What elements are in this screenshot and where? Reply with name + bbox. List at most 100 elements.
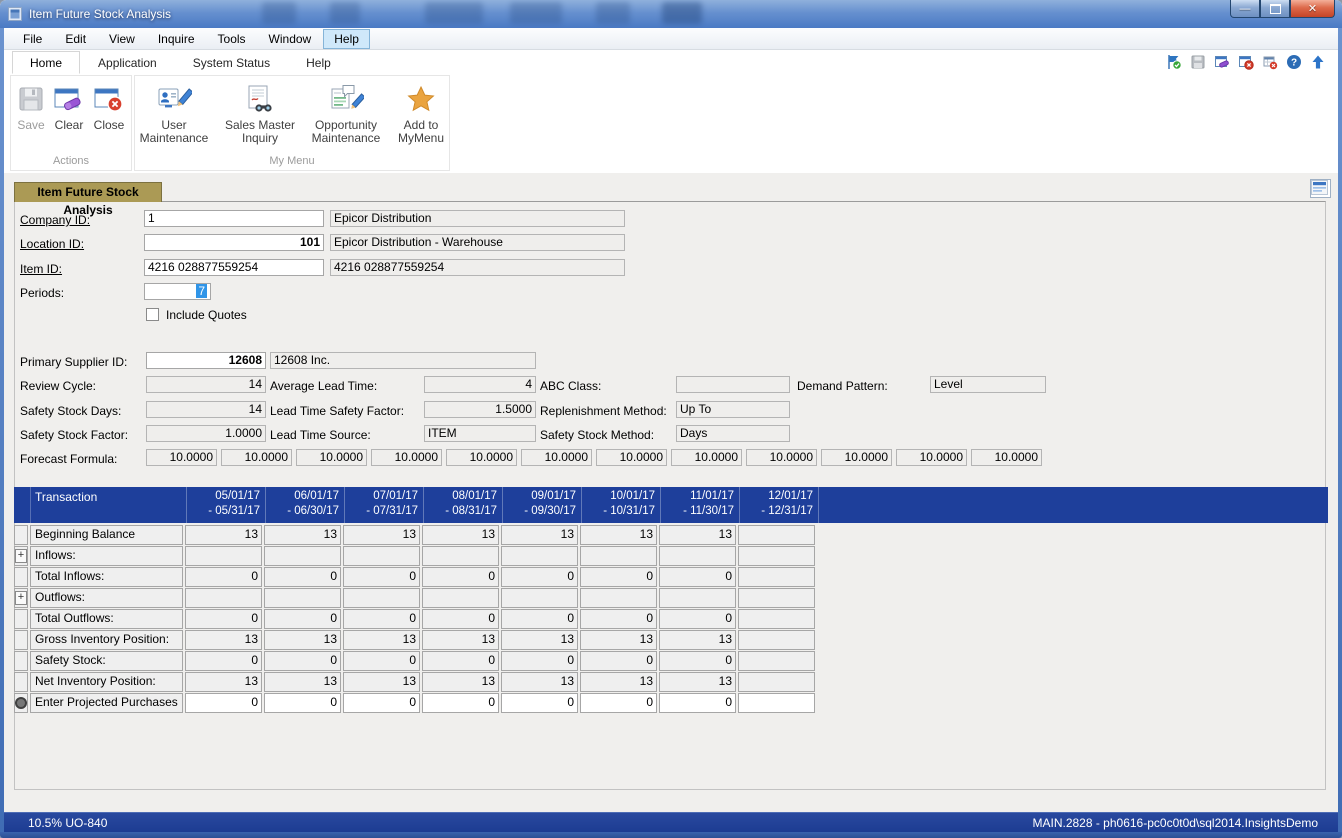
menu-tools[interactable]: Tools xyxy=(207,29,257,49)
editable-cell[interactable]: 0 xyxy=(185,693,262,713)
column-header-period[interactable]: 09/01/17 - 09/30/17 xyxy=(502,487,581,523)
value-cell[interactable] xyxy=(422,588,499,608)
include-quotes-checkbox[interactable] xyxy=(146,308,159,321)
value-cell[interactable]: 0 xyxy=(501,567,578,587)
value-cell[interactable]: 0 xyxy=(659,651,736,671)
value-cell[interactable]: 13 xyxy=(580,672,657,692)
value-cell[interactable]: 0 xyxy=(580,609,657,629)
forecast-formula-field[interactable]: 10.0000 xyxy=(146,449,217,466)
row-label[interactable]: Total Inflows: xyxy=(30,567,183,587)
opportunity-maintenance-button[interactable]: Opportunity Maintenance xyxy=(304,81,388,146)
value-cell[interactable]: 0 xyxy=(185,651,262,671)
save-button[interactable]: Save xyxy=(14,81,48,133)
column-header-period[interactable]: 08/01/17 - 08/31/17 xyxy=(423,487,502,523)
value-cell[interactable]: 0 xyxy=(185,609,262,629)
value-cell[interactable] xyxy=(185,546,262,566)
save-icon[interactable] xyxy=(1190,54,1206,70)
column-header-period[interactable]: 05/01/17 - 05/31/17 xyxy=(186,487,265,523)
value-cell[interactable] xyxy=(343,588,420,608)
location-id-label[interactable]: Location ID: xyxy=(20,236,84,252)
table-row[interactable]: Safety Stock:0000000 xyxy=(14,651,1328,671)
value-cell[interactable] xyxy=(659,546,736,566)
table-row[interactable]: +Inflows: xyxy=(14,546,1328,566)
value-cell[interactable]: 13 xyxy=(422,672,499,692)
value-cell[interactable]: 13 xyxy=(264,525,341,545)
document-tab[interactable]: Item Future Stock Analysis xyxy=(14,182,162,202)
tab-application[interactable]: Application xyxy=(80,51,175,74)
forecast-formula-field[interactable]: 10.0000 xyxy=(821,449,892,466)
primary-supplier-field[interactable]: 12608 xyxy=(146,352,266,369)
editable-cell[interactable]: 0 xyxy=(501,693,578,713)
column-header-period[interactable]: 07/01/17 - 07/31/17 xyxy=(344,487,423,523)
row-label[interactable]: Inflows: xyxy=(30,546,183,566)
value-cell[interactable] xyxy=(501,588,578,608)
value-cell[interactable]: 0 xyxy=(264,651,341,671)
editable-cell[interactable]: 0 xyxy=(343,693,420,713)
editable-cell[interactable]: 0 xyxy=(264,693,341,713)
value-cell[interactable]: 0 xyxy=(264,567,341,587)
value-cell[interactable] xyxy=(659,588,736,608)
value-cell[interactable] xyxy=(580,588,657,608)
value-cell[interactable]: 0 xyxy=(343,609,420,629)
value-cell[interactable]: 13 xyxy=(422,630,499,650)
expand-icon[interactable]: + xyxy=(15,549,27,563)
location-id-field[interactable]: 101 xyxy=(144,234,324,251)
value-cell[interactable] xyxy=(738,546,815,566)
value-cell[interactable]: 13 xyxy=(659,525,736,545)
value-cell[interactable]: 13 xyxy=(185,630,262,650)
item-id-field[interactable]: 4216 028877559254 xyxy=(144,259,324,276)
value-cell[interactable]: 0 xyxy=(422,567,499,587)
value-cell[interactable]: 13 xyxy=(185,672,262,692)
table-row[interactable]: +Outflows: xyxy=(14,588,1328,608)
forecast-formula-field[interactable]: 10.0000 xyxy=(521,449,592,466)
tab-help[interactable]: Help xyxy=(288,51,349,74)
editable-cell[interactable]: 0 xyxy=(659,693,736,713)
value-cell[interactable] xyxy=(738,630,815,650)
column-header-transaction[interactable]: Transaction xyxy=(31,487,186,523)
menu-window[interactable]: Window xyxy=(258,29,323,49)
table-row[interactable]: Total Inflows:0000000 xyxy=(14,567,1328,587)
value-cell[interactable] xyxy=(185,588,262,608)
minimize-button[interactable]: — xyxy=(1230,0,1260,18)
row-gutter-expander[interactable]: + xyxy=(14,588,28,608)
value-cell[interactable]: 0 xyxy=(185,567,262,587)
close-icon[interactable] xyxy=(1238,54,1254,70)
editable-cell[interactable] xyxy=(738,693,815,713)
table-row[interactable]: Beginning Balance13131313131313 xyxy=(14,525,1328,545)
add-to-mymenu-button[interactable]: Add to MyMenu xyxy=(390,81,452,146)
value-cell[interactable] xyxy=(580,546,657,566)
forecast-formula-field[interactable]: 10.0000 xyxy=(596,449,667,466)
forecast-formula-field[interactable]: 10.0000 xyxy=(296,449,367,466)
value-cell[interactable] xyxy=(738,651,815,671)
flag-check-icon[interactable] xyxy=(1166,54,1182,70)
row-label[interactable]: Outflows: xyxy=(30,588,183,608)
value-cell[interactable]: 13 xyxy=(580,525,657,545)
value-cell[interactable] xyxy=(343,546,420,566)
sales-master-inquiry-button[interactable]: Sales Master Inquiry xyxy=(218,81,302,146)
column-header-period[interactable]: 06/01/17 - 06/30/17 xyxy=(265,487,344,523)
editable-cell[interactable]: 0 xyxy=(422,693,499,713)
value-cell[interactable]: 0 xyxy=(343,567,420,587)
item-id-label[interactable]: Item ID: xyxy=(20,261,62,277)
value-cell[interactable]: 0 xyxy=(501,609,578,629)
value-cell[interactable]: 13 xyxy=(501,630,578,650)
close-button[interactable]: Close xyxy=(90,81,128,133)
value-cell[interactable]: 0 xyxy=(580,567,657,587)
value-cell[interactable]: 0 xyxy=(422,609,499,629)
value-cell[interactable] xyxy=(738,588,815,608)
close-all-icon[interactable] xyxy=(1262,54,1278,70)
periods-field[interactable]: 7 xyxy=(144,283,211,300)
forecast-formula-field[interactable]: 10.0000 xyxy=(971,449,1042,466)
menu-file[interactable]: File xyxy=(12,29,53,49)
maximize-button[interactable] xyxy=(1260,0,1290,18)
value-cell[interactable]: 13 xyxy=(659,672,736,692)
form-view-icon[interactable] xyxy=(1310,179,1331,198)
forecast-formula-field[interactable]: 10.0000 xyxy=(671,449,742,466)
table-row[interactable]: Total Outflows:0000000 xyxy=(14,609,1328,629)
column-header-period[interactable]: 10/01/17 - 10/31/17 xyxy=(581,487,660,523)
table-row[interactable]: Enter Projected Purchases0000000 xyxy=(14,693,1328,713)
value-cell[interactable]: 13 xyxy=(501,525,578,545)
tab-home[interactable]: Home xyxy=(12,51,80,74)
value-cell[interactable]: 13 xyxy=(343,630,420,650)
value-cell[interactable]: 0 xyxy=(659,567,736,587)
